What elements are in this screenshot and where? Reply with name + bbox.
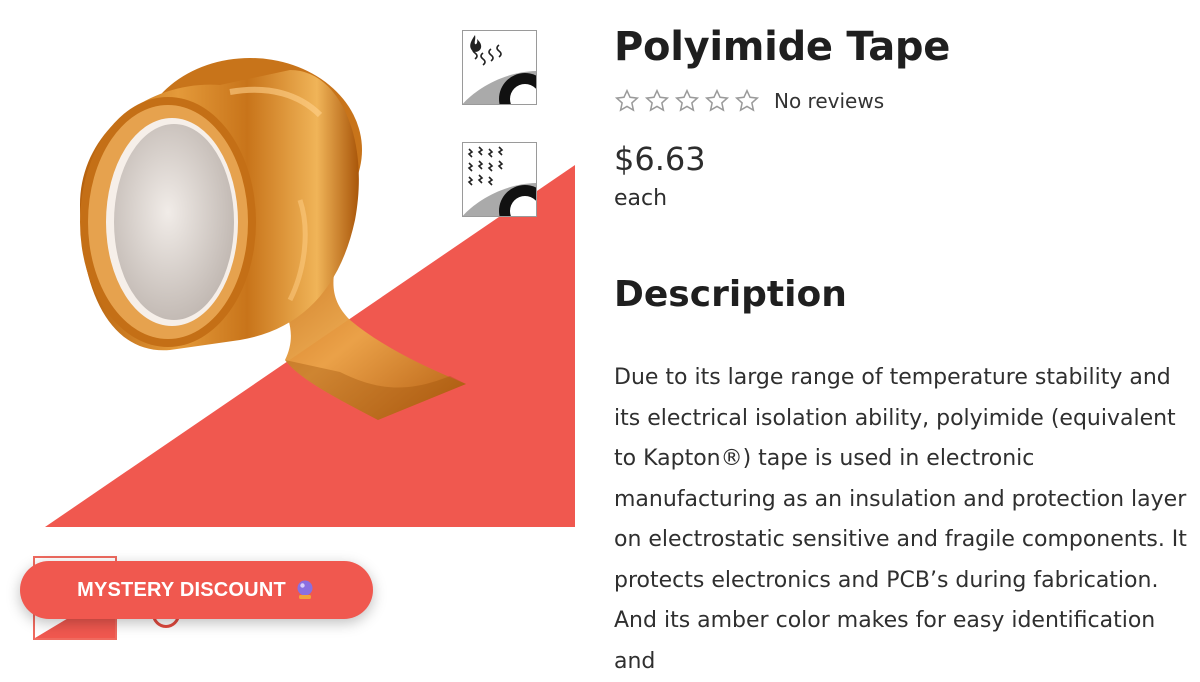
- reviews-link[interactable]: No reviews: [774, 89, 884, 113]
- product-price: $6.63: [614, 143, 706, 175]
- mystery-discount-button[interactable]: MYSTERY DISCOUNT: [20, 561, 373, 619]
- description-paragraph: Due to its large range of temperature st…: [614, 358, 1188, 561]
- description-heading: Description: [614, 274, 847, 315]
- star-empty-icon[interactable]: [614, 88, 640, 114]
- description-body: Due to its large range of temperature st…: [614, 358, 1188, 682]
- electrostatic-protection-icon: [463, 143, 537, 217]
- description-paragraph: protects electronics and PCB’s during fa…: [614, 561, 1188, 682]
- star-empty-icon[interactable]: [644, 88, 670, 114]
- mystery-discount-label: MYSTERY DISCOUNT: [77, 579, 286, 602]
- star-empty-icon[interactable]: [704, 88, 730, 114]
- thumbnail-rail: [462, 30, 539, 254]
- rating-stars[interactable]: [614, 88, 760, 114]
- price-unit: each: [614, 186, 667, 212]
- star-empty-icon[interactable]: [734, 88, 760, 114]
- star-empty-icon[interactable]: [674, 88, 700, 114]
- product-rating[interactable]: No reviews: [614, 88, 884, 114]
- thumbnail-electrostatic[interactable]: [462, 142, 537, 217]
- product-title: Polyimide Tape: [614, 24, 950, 70]
- thumbnail-heat-resistance[interactable]: [462, 30, 537, 105]
- heat-resistance-icon: [463, 31, 537, 105]
- crystal-ball-icon: [294, 579, 316, 601]
